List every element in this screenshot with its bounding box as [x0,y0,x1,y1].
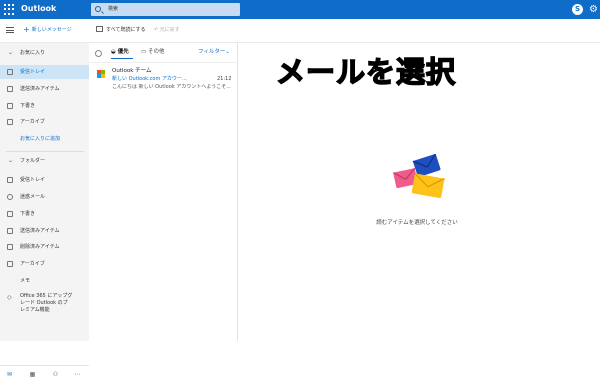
message-time: 21:12 [217,76,232,82]
send-icon [7,86,13,92]
message-subject: 新しい Outlook.com アカウー... [112,76,187,82]
focused-icon: ◒ [111,49,118,55]
tab-focused[interactable]: ◒ 優先 [111,47,133,59]
sidebar-item-sent-favorite[interactable]: 送信済みアイテム [0,82,89,96]
message-list: ◒ 優先 ▭ その他 フィルター⌄ Outlook チーム 新しい Outloo… [89,43,238,341]
chevron-down-icon: ⌄ [8,49,14,56]
envelope-open-icon [96,26,103,32]
sidebar-item-archive[interactable]: アーカイブ [0,257,89,271]
trash-icon [7,244,13,250]
diamond-icon: ◇ [7,294,12,301]
envelopes-illustration-icon [392,153,449,204]
mark-all-read-button[interactable]: すべて既読にする [96,25,146,35]
divider [6,151,84,152]
more-icon[interactable]: ⋯ [74,371,81,378]
filter-button[interactable]: フィルター⌄ [198,47,230,57]
chevron-down-icon: ⌄ [225,49,230,55]
sidebar-item-inbox[interactable]: 受信トレイ [0,173,89,187]
menu-icon[interactable] [6,27,14,33]
skype-icon[interactable]: S [572,4,583,15]
new-message-label: 新しいメッセージ [31,27,72,33]
inbox-icon [7,69,13,75]
search-input[interactable]: 検索 [108,5,118,14]
folders-header[interactable]: ⌄ フォルダー [0,154,89,168]
other-icon: ▭ [141,49,148,55]
chevron-down-icon: ⌄ [8,157,14,164]
select-all-checkbox[interactable] [95,50,102,57]
search-icon [95,6,101,12]
sidebar-item-archive-favorite[interactable]: アーカイブ [0,115,89,129]
sidebar-item-deleted[interactable]: 削除済みアイテム [0,240,89,254]
app-launcher-icon[interactable] [4,4,15,15]
pencil-icon [7,103,13,109]
list-item[interactable]: Outlook チーム 新しい Outlook.com アカウー... 21:1… [89,64,237,96]
plus-icon: + [23,25,30,34]
command-bar: + 新しいメッセージ すべて既読にする ↶ 元に戻す [0,19,600,43]
pencil-icon [7,211,13,217]
upgrade-link[interactable]: Office 365 にアップグ レード Outlook のプ レミアム機能 [20,293,86,314]
app-title[interactable]: Outlook [21,3,56,15]
block-icon [7,194,13,200]
undo-label: 元に戻す [159,27,180,33]
undo-button[interactable]: ↶ 元に戻す [154,25,180,35]
sidebar-item-notes[interactable]: メモ [0,274,89,288]
sidebar-item-sent[interactable]: 送信済みアイテム [0,224,89,238]
sidebar-item-junk[interactable]: 迷惑メール [0,190,89,204]
inbox-icon [7,177,13,183]
microsoft-logo-icon [97,70,105,78]
archive-icon [7,261,13,267]
gear-icon[interactable]: ⚙ [588,4,599,15]
sidebar-item-drafts-favorite[interactable]: 下書き [0,99,89,113]
message-sender: Outlook チーム [112,68,152,74]
list-header: ◒ 優先 ▭ その他 フィルター⌄ [89,43,238,63]
new-message-button[interactable]: + 新しいメッセージ [23,25,72,35]
sidebar-item-drafts[interactable]: 下書き [0,207,89,221]
tab-other[interactable]: ▭ その他 [141,47,164,57]
sidebar-item-inbox-favorite[interactable]: 受信トレイ [0,65,89,79]
top-bar: Outlook 検索 S ⚙ [0,0,600,19]
people-icon[interactable]: ⚇ [52,371,59,378]
module-switcher: ✉ ▦ ⚇ ⋯ [0,365,89,384]
send-icon [7,228,13,234]
mark-all-read-label: すべて既読にする [106,27,146,33]
search-box[interactable]: 検索 [91,3,240,16]
favorites-header[interactable]: ⌄ お気に入り [0,46,89,60]
calendar-icon[interactable]: ▦ [29,371,36,378]
archive-icon [7,119,13,125]
message-preview: こんにちは 新しい Outlook アカウントへようこそ... [112,84,232,90]
overlay-caption: メールを選択 [275,54,457,90]
folder-pane: ⌄ お気に入り 受信トレイ 送信済みアイテム 下書き アーカイブ お気に入りに追… [0,43,89,378]
add-favorite-link[interactable]: お気に入りに追加 [20,132,60,146]
mail-icon[interactable]: ✉ [6,371,13,378]
empty-state-message: 読むアイテムを選択してください [376,220,458,226]
